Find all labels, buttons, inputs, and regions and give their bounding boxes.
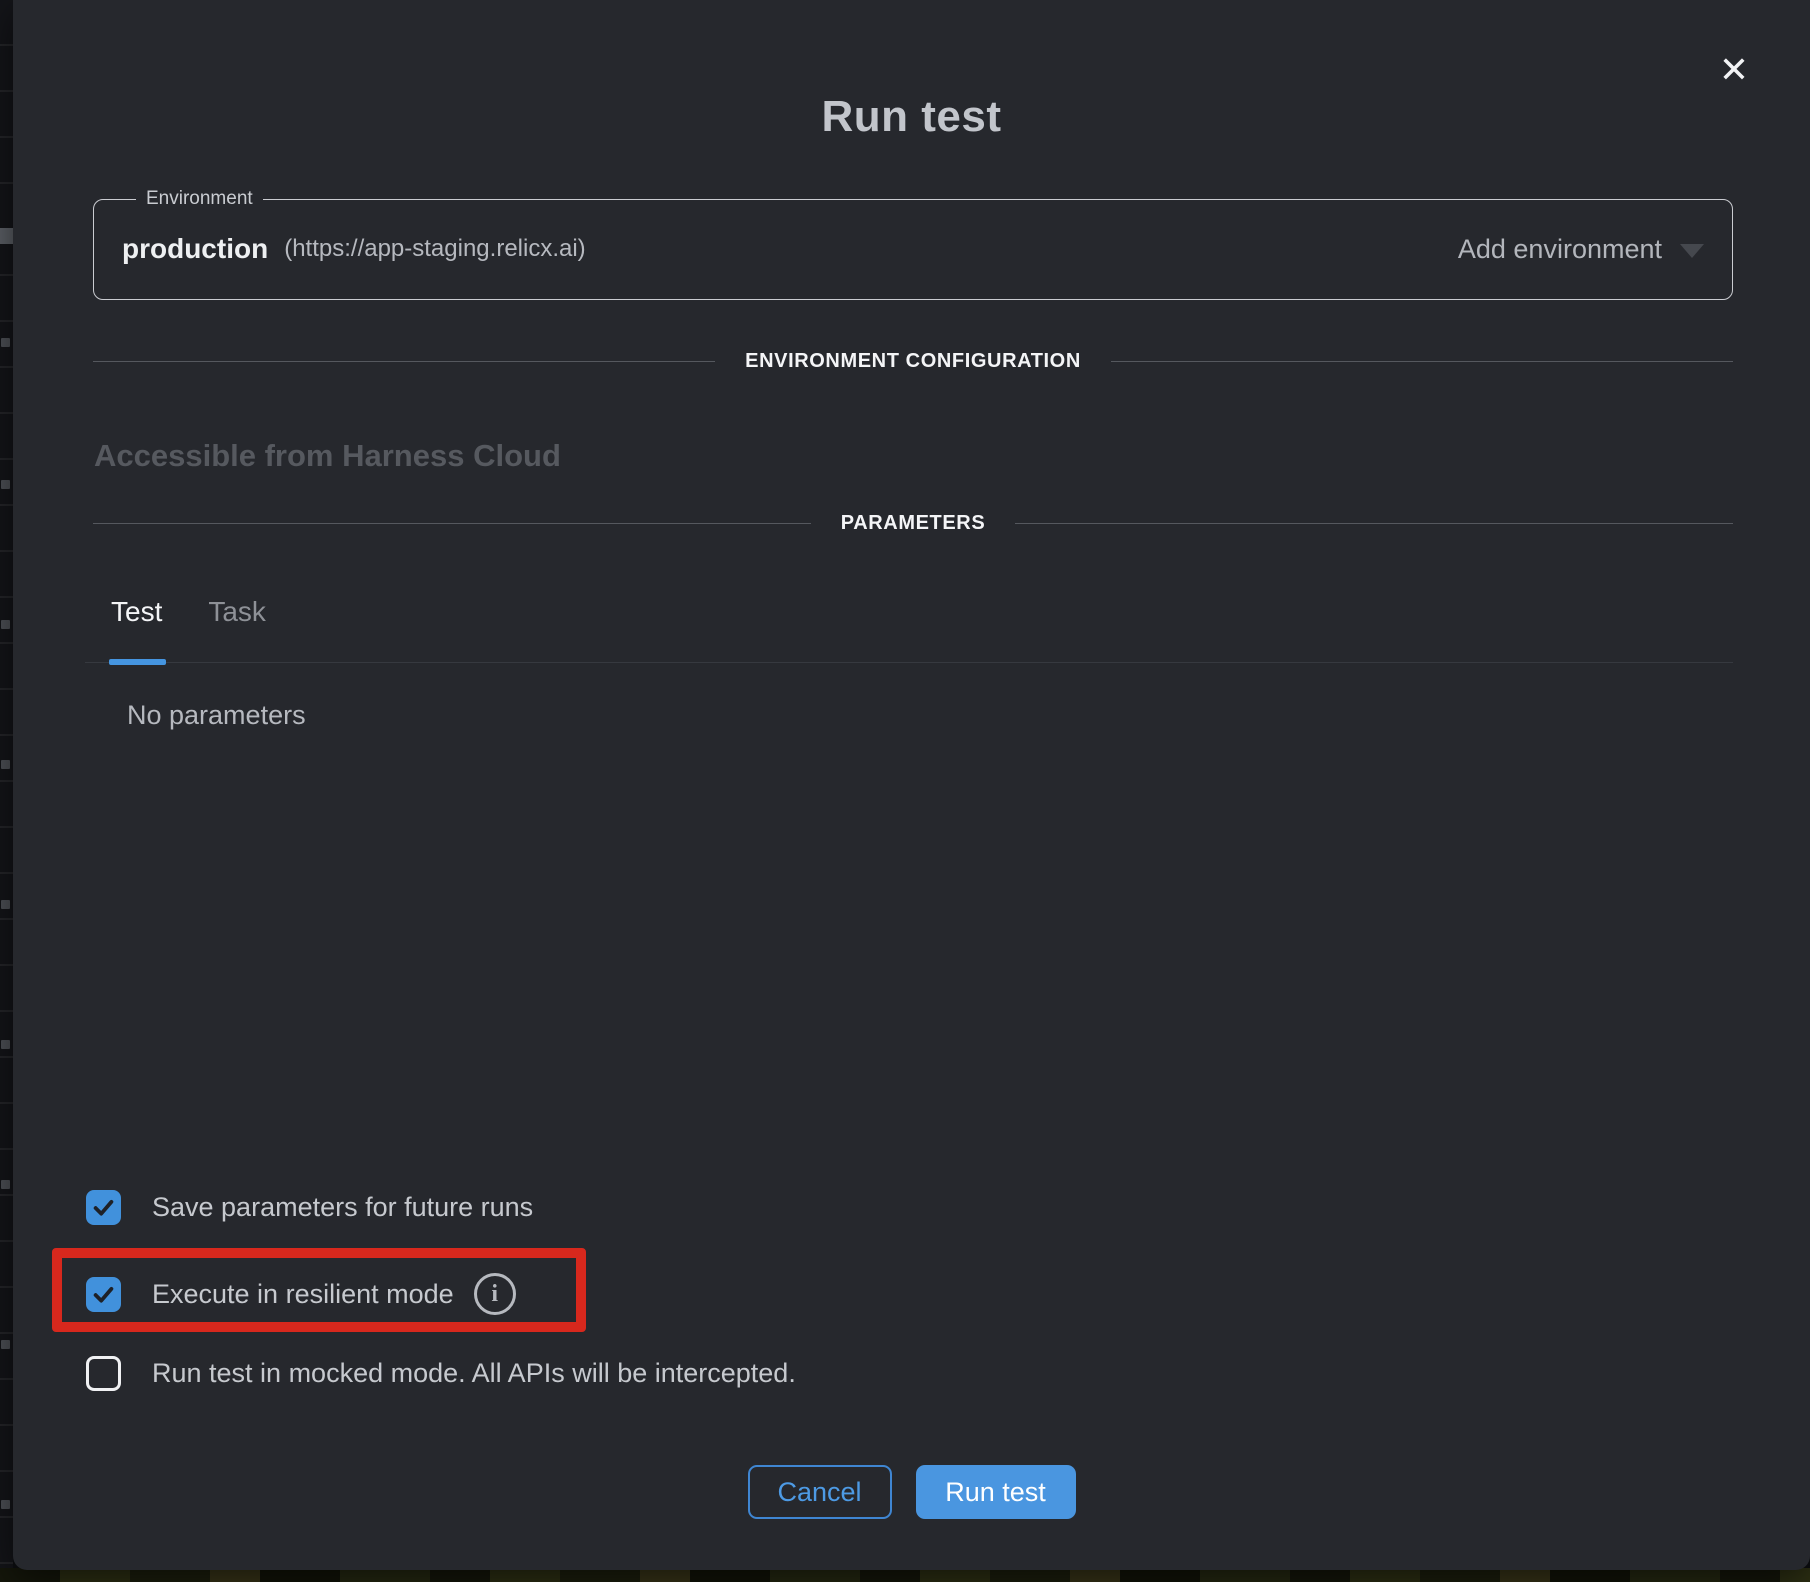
- no-parameters-text: No parameters: [127, 700, 306, 731]
- background-row-icon: [1, 620, 10, 629]
- checkbox-icon: [86, 1277, 121, 1312]
- tab-task[interactable]: Task: [208, 596, 266, 656]
- background-row-icon: [1, 1180, 10, 1189]
- background-photo-strip: [0, 1568, 1810, 1582]
- background-row-icon: [1, 480, 10, 489]
- checkbox-save-parameters[interactable]: Save parameters for future runs: [86, 1190, 533, 1225]
- run-test-dialog: ✕ Run test Environment production (https…: [13, 0, 1810, 1570]
- checkbox-label: Execute in resilient mode: [152, 1279, 454, 1310]
- environment-configuration-heading: ENVIRONMENT CONFIGURATION: [715, 350, 1111, 373]
- dialog-footer: Cancel Run test: [13, 1465, 1810, 1519]
- environment-field: Environment production (https://app-stag…: [93, 188, 1733, 300]
- cancel-button[interactable]: Cancel: [748, 1465, 892, 1519]
- checkbox-resilient-mode[interactable]: Execute in resilient mode i: [86, 1273, 516, 1315]
- background-row-icon: [1, 1500, 10, 1509]
- background-row-icon: [1, 338, 10, 347]
- run-test-button[interactable]: Run test: [916, 1465, 1076, 1519]
- environment-url: (https://app-staging.relicx.ai): [284, 235, 585, 263]
- environment-field-label: Environment: [136, 188, 263, 210]
- background-row-icon: [1, 1340, 10, 1349]
- parameters-tabs: Test Task: [111, 596, 266, 656]
- environment-name: production: [122, 233, 268, 265]
- background-row-icon: [1, 900, 10, 909]
- dialog-title: Run test: [13, 92, 1810, 142]
- parameters-heading: PARAMETERS: [811, 512, 1016, 535]
- checkbox-label: Save parameters for future runs: [152, 1192, 533, 1223]
- chevron-down-icon: [1680, 244, 1704, 258]
- accessible-note: Accessible from Harness Cloud: [94, 438, 561, 474]
- checkbox-label: Run test in mocked mode. All APIs will b…: [152, 1358, 796, 1389]
- checkbox-icon: [86, 1190, 121, 1225]
- background-row-icon: [1, 1040, 10, 1049]
- checkbox-icon: [86, 1356, 121, 1391]
- active-tab-indicator: [109, 659, 166, 665]
- checkbox-mocked-mode[interactable]: Run test in mocked mode. All APIs will b…: [86, 1356, 796, 1391]
- background-table-edge: [0, 0, 13, 1582]
- background-table-header-fragment: [0, 228, 13, 244]
- close-icon[interactable]: ✕: [1712, 48, 1756, 92]
- tab-baseline: [85, 662, 1733, 663]
- tab-test[interactable]: Test: [111, 596, 162, 656]
- add-environment-label: Add environment: [1458, 234, 1662, 265]
- environment-configuration-divider: ENVIRONMENT CONFIGURATION: [93, 350, 1733, 373]
- add-environment-dropdown[interactable]: Add environment: [1458, 234, 1704, 265]
- info-icon[interactable]: i: [474, 1273, 516, 1315]
- parameters-divider: PARAMETERS: [93, 512, 1733, 535]
- background-row-icon: [1, 760, 10, 769]
